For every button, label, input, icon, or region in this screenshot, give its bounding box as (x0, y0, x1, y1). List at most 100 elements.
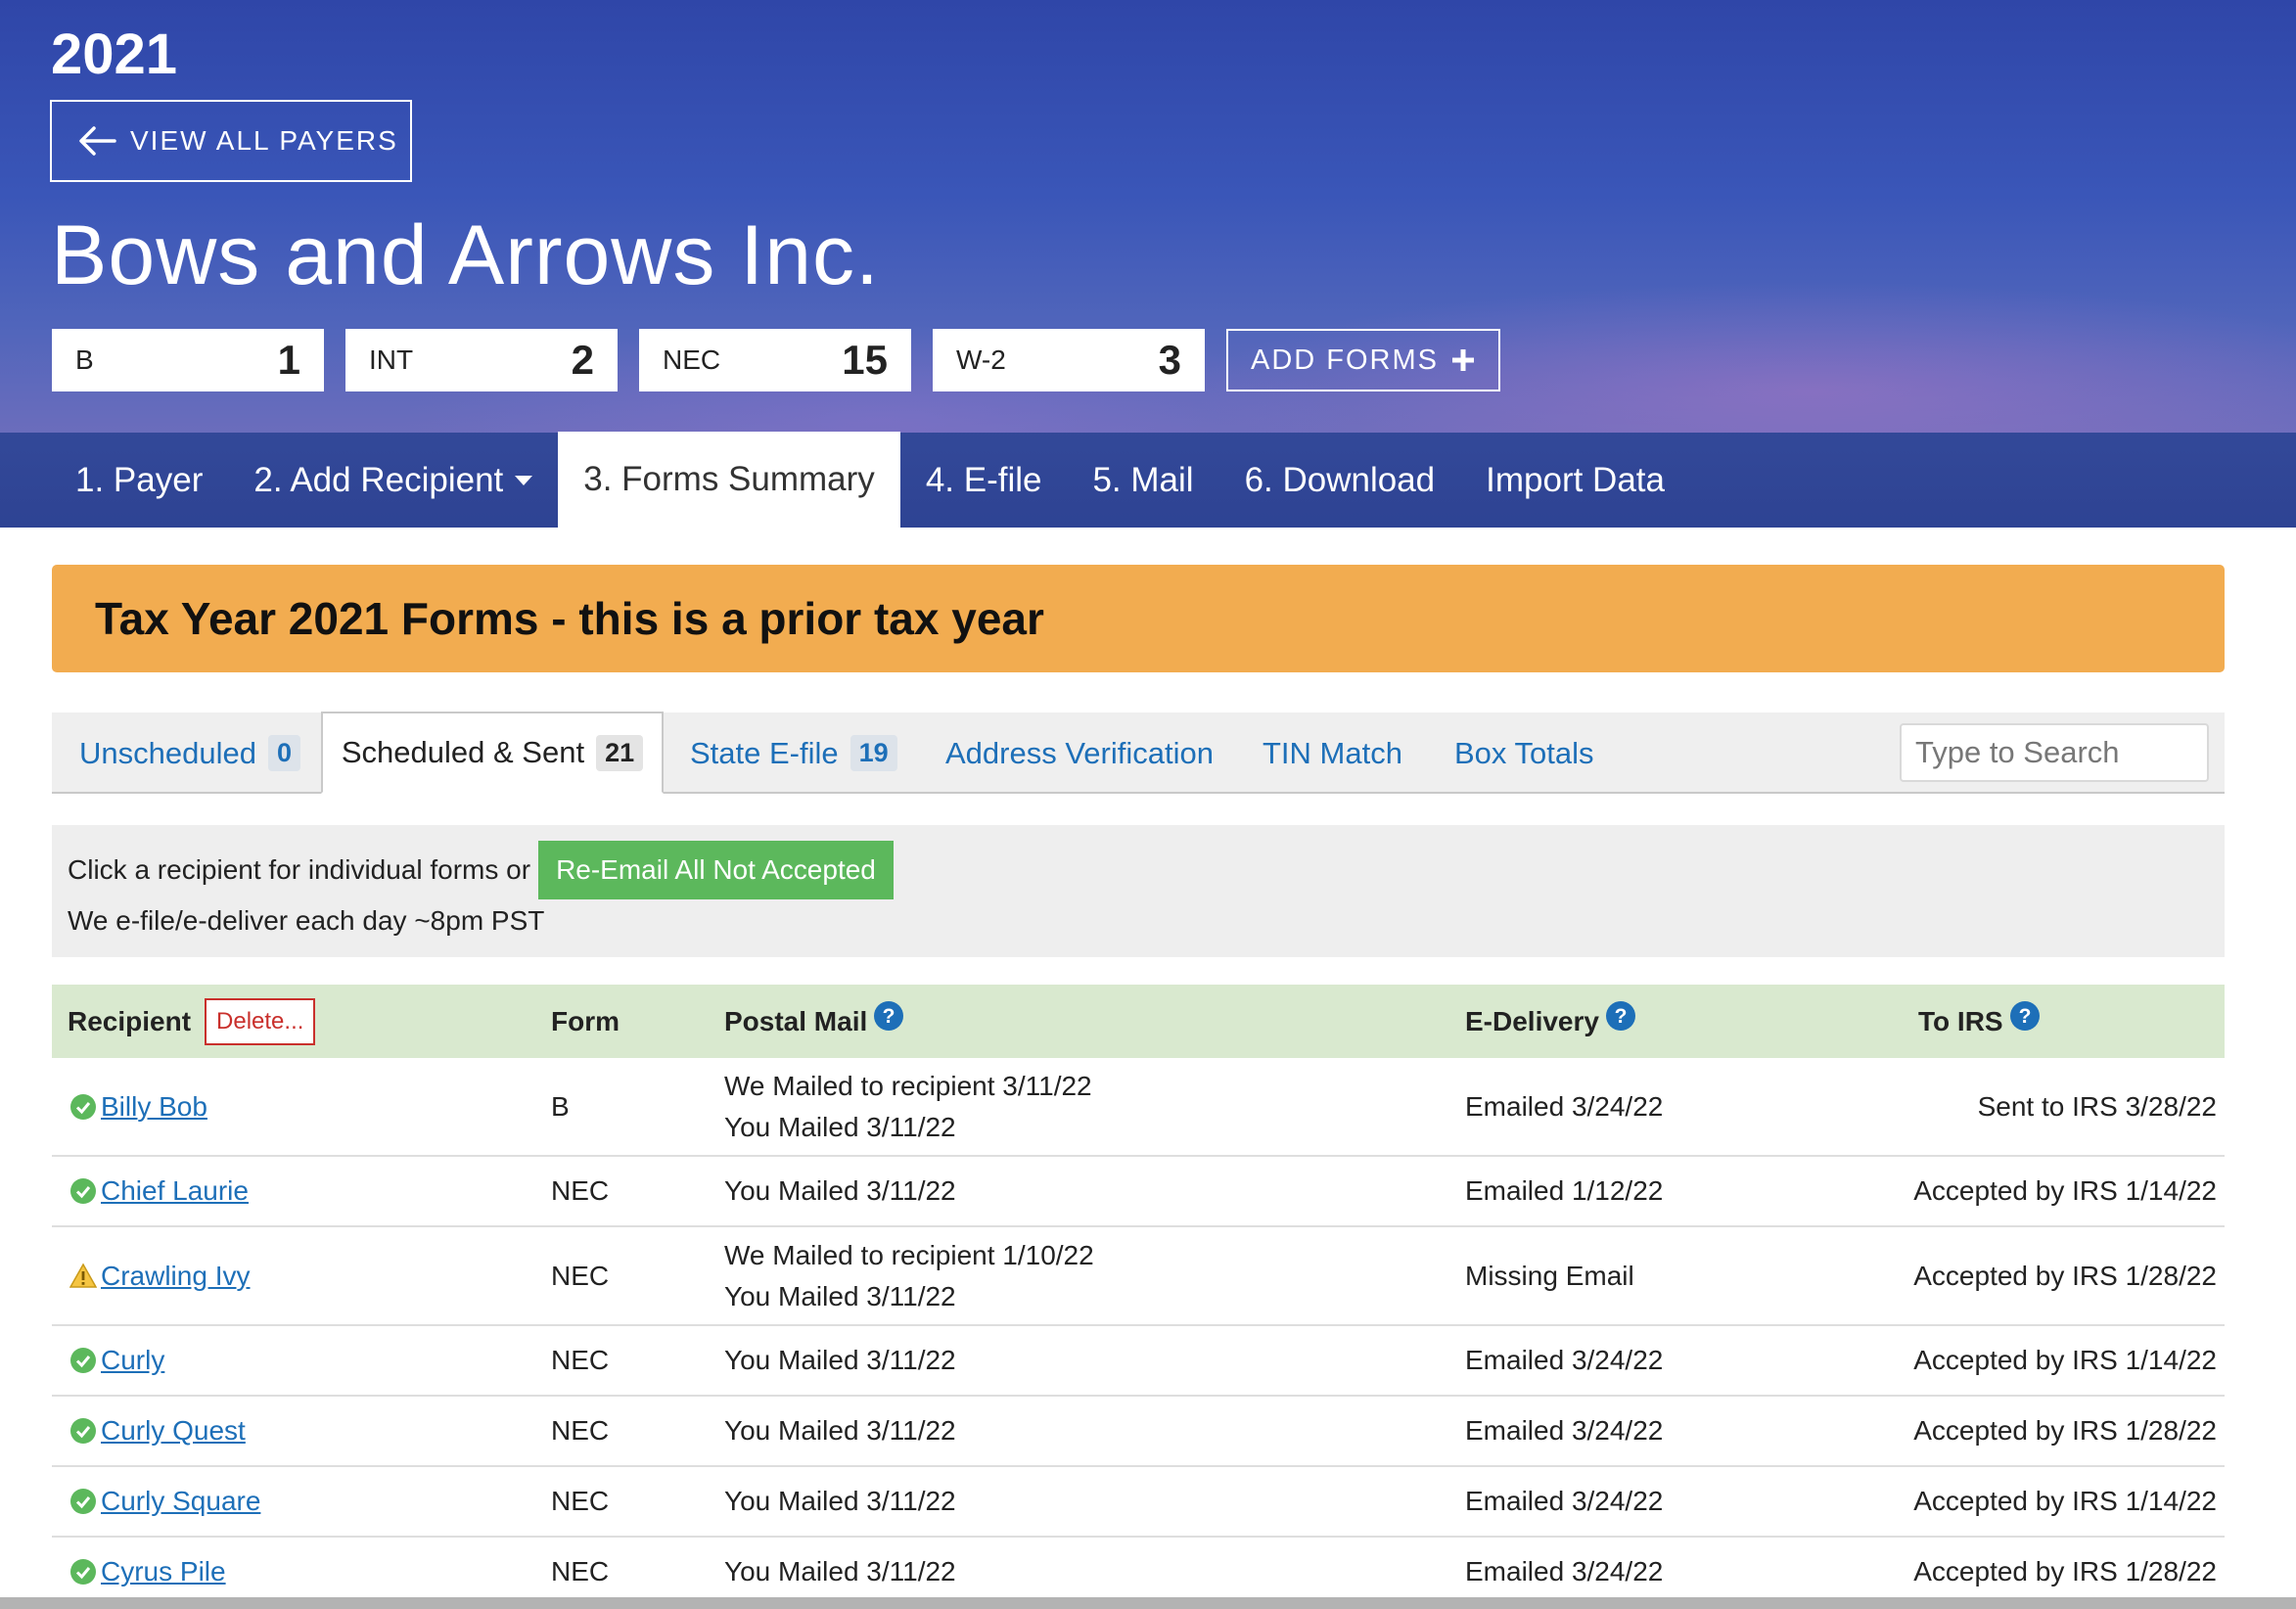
form-count-label: INT (369, 345, 414, 375)
header-recipient[interactable]: Recipient Delete... (68, 985, 316, 1058)
form-count-label: B (75, 345, 94, 375)
tab-unscheduled[interactable]: Unscheduled 0 (79, 713, 300, 794)
form-count-w2[interactable]: W-2 3 (933, 329, 1205, 391)
recipient-link[interactable]: Billy Bob (101, 1091, 207, 1123)
table-row[interactable]: Chief Laurie NEC You Mailed 3/11/22 Emai… (52, 1157, 2225, 1227)
nav-payer[interactable]: 1. Payer (0, 433, 228, 528)
form-cell: NEC (551, 1345, 610, 1375)
e-delivery-cell: Emailed 3/24/22 (1465, 1415, 1664, 1446)
header-form[interactable]: Form (551, 985, 620, 1058)
recipient-link[interactable]: Curly Quest (101, 1415, 246, 1447)
postal-line: You Mailed 3/11/22 (724, 1345, 956, 1375)
arrow-left-icon (79, 126, 116, 156)
e-delivery-cell: Emailed 1/12/22 (1465, 1175, 1664, 1206)
form-cell: NEC (551, 1415, 610, 1446)
tab-box-totals[interactable]: Box Totals (1454, 713, 1593, 794)
search-input[interactable] (1900, 723, 2209, 782)
check-circle-icon (70, 1093, 96, 1120)
form-cell: NEC (551, 1260, 610, 1291)
form-count-value: 15 (842, 337, 888, 383)
question-circle-icon[interactable]: ? (1605, 1000, 1636, 1032)
header-label: Recipient (68, 1005, 192, 1036)
form-cell: NEC (551, 1486, 610, 1516)
warning-triangle-icon (69, 1262, 97, 1288)
irs-status-cell: Accepted by IRS 1/28/22 (1913, 1556, 2217, 1586)
table-row[interactable]: Curly Square NEC You Mailed 3/11/22 Emai… (52, 1467, 2225, 1538)
tab-tin-match[interactable]: TIN Match (1263, 713, 1402, 794)
table-row[interactable]: Curly Quest NEC You Mailed 3/11/22 Email… (52, 1397, 2225, 1467)
nav-label: 1. Payer (75, 460, 204, 499)
question-circle-icon[interactable]: ? (2009, 1000, 2041, 1032)
table-row[interactable]: Curly NEC You Mailed 3/11/22 Emailed 3/2… (52, 1326, 2225, 1397)
add-forms-button[interactable]: ADD FORMS (1226, 329, 1500, 391)
re-email-all-button[interactable]: Re-Email All Not Accepted (538, 841, 894, 899)
nav-efile[interactable]: 4. E-file (900, 433, 1068, 528)
plus-icon (1452, 349, 1474, 371)
instructions-text: Click a recipient for individual forms o… (68, 854, 531, 885)
header-e-delivery[interactable]: E-Delivery ? (1465, 985, 1636, 1058)
recipient-cell: Crawling Ivy (69, 1227, 250, 1324)
form-count-b[interactable]: B 1 (52, 329, 324, 391)
instructions-panel: Click a recipient for individual forms o… (52, 825, 2225, 957)
postal-line: You Mailed 3/11/22 (724, 1486, 956, 1516)
view-all-payers-button[interactable]: VIEW ALL PAYERS (50, 100, 412, 182)
horizontal-scrollbar[interactable] (0, 1597, 2296, 1609)
e-delivery-cell: Emailed 3/24/22 (1465, 1345, 1664, 1375)
nav-label: 6. Download (1244, 460, 1436, 499)
form-count-label: W-2 (956, 345, 1006, 375)
caret-down-icon (515, 475, 533, 485)
delete-button[interactable]: Delete... (205, 997, 316, 1045)
nav-add-recipient[interactable]: 2. Add Recipient (228, 433, 558, 528)
recipient-link[interactable]: Crawling Ivy (101, 1261, 250, 1292)
add-forms-label: ADD FORMS (1251, 344, 1439, 376)
postal-line: You Mailed 3/11/22 (724, 1556, 956, 1586)
svg-text:?: ? (1615, 1005, 1628, 1028)
form-count-value: 1 (277, 337, 300, 383)
postal-line: We Mailed to recipient 3/11/22 (724, 1070, 1092, 1101)
tax-year: 2021 (51, 23, 178, 86)
irs-status-cell: Accepted by IRS 1/28/22 (1913, 1415, 2217, 1446)
table-row[interactable]: Crawling Ivy NEC We Mailed to recipient … (52, 1227, 2225, 1326)
tab-address-verification[interactable]: Address Verification (945, 713, 1214, 794)
tab-label: Box Totals (1454, 735, 1594, 770)
postal-mail-cell: You Mailed 3/11/22 (724, 1397, 956, 1465)
efile-schedule-note: We e-file/e-deliver each day ~8pm PST (68, 905, 545, 936)
table-header: Recipient Delete... Form Postal Mail ? E… (52, 985, 2225, 1058)
e-delivery-cell: Missing Email (1465, 1260, 1634, 1291)
nav-import-data[interactable]: Import Data (1460, 433, 1690, 528)
form-cell: NEC (551, 1175, 610, 1206)
recipient-link[interactable]: Curly (101, 1345, 164, 1376)
postal-mail-cell: You Mailed 3/11/22 (724, 1326, 956, 1395)
instructions-line: Click a recipient for individual forms o… (68, 841, 894, 899)
question-circle-icon[interactable]: ? (873, 1000, 904, 1032)
postal-line: You Mailed 3/11/22 (724, 1280, 956, 1311)
nav-forms-summary[interactable]: 3. Forms Summary (558, 432, 900, 528)
form-cell: B (551, 1090, 570, 1122)
tab-count-badge: 21 (596, 734, 644, 771)
svg-text:?: ? (2018, 1005, 2031, 1028)
recipient-link[interactable]: Chief Laurie (101, 1175, 249, 1207)
tab-scheduled-sent[interactable]: Scheduled & Sent 21 (321, 712, 664, 794)
nav-label: Import Data (1486, 460, 1665, 499)
header-to-irs[interactable]: To IRS ? (1918, 985, 2041, 1058)
form-count-value: 2 (571, 337, 594, 383)
nav-mail[interactable]: 5. Mail (1067, 433, 1218, 528)
prior-year-banner: Tax Year 2021 Forms - this is a prior ta… (52, 565, 2225, 672)
tab-state-efile[interactable]: State E-file 19 (690, 713, 897, 794)
form-count-int[interactable]: INT 2 (345, 329, 618, 391)
check-circle-icon (70, 1489, 96, 1514)
table-row[interactable]: Cyrus Pile NEC You Mailed 3/11/22 Emaile… (52, 1538, 2225, 1606)
e-delivery-cell: Emailed 3/24/22 (1465, 1556, 1664, 1586)
recipient-link[interactable]: Cyrus Pile (101, 1556, 226, 1587)
form-count-nec[interactable]: NEC 15 (639, 329, 911, 391)
nav-label: 4. E-file (925, 460, 1042, 499)
nav-download[interactable]: 6. Download (1219, 433, 1461, 528)
tab-count-badge: 19 (850, 735, 897, 771)
table-row[interactable]: Billy Bob B We Mailed to recipient 3/11/… (52, 1058, 2225, 1157)
postal-mail-cell: We Mailed to recipient 3/11/22 You Maile… (724, 1058, 1092, 1155)
payer-header: 2021 VIEW ALL PAYERS Bows and Arrows Inc… (0, 0, 2296, 433)
view-all-payers-label: VIEW ALL PAYERS (130, 125, 398, 156)
svg-text:?: ? (883, 1005, 895, 1028)
recipient-link[interactable]: Curly Square (101, 1486, 260, 1517)
header-postal-mail[interactable]: Postal Mail ? (724, 985, 904, 1058)
